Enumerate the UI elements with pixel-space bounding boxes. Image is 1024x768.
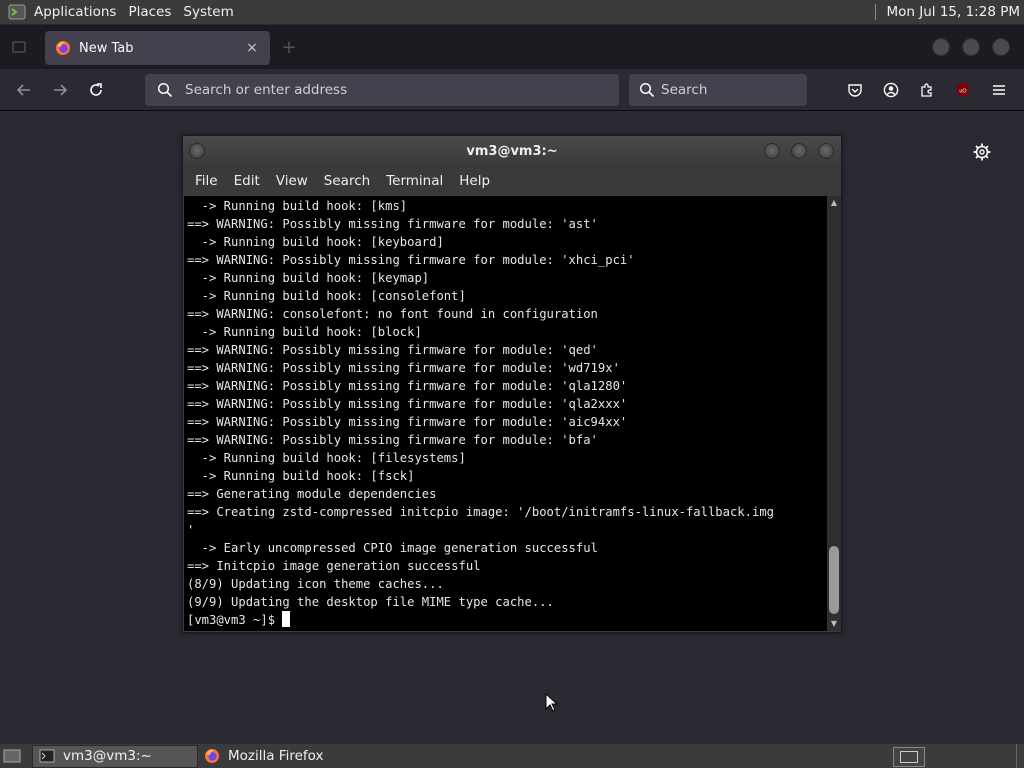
terminal-maximize-button[interactable] [791, 143, 807, 159]
mouse-pointer-icon [545, 693, 559, 712]
search-icon [639, 82, 655, 98]
minimize-button[interactable] [932, 38, 950, 56]
taskbar-item-firefox[interactable]: Mozilla Firefox [198, 745, 364, 768]
account-icon [883, 82, 899, 98]
tab-title: New Tab [79, 40, 134, 56]
show-desktop-icon [3, 749, 21, 763]
taskbar-label: vm3@vm3:~ [63, 748, 152, 764]
ublock-button[interactable]: uO [950, 77, 976, 103]
ublock-origin-icon: uO [957, 83, 969, 97]
window-menu-button[interactable] [189, 143, 205, 159]
bottom-panel: vm3@vm3:~ Mozilla Firefox [0, 743, 1024, 768]
reload-button[interactable] [78, 74, 114, 106]
terminal-output[interactable]: -> Running build hook: [kms] ==> WARNING… [184, 196, 827, 631]
menu-system[interactable]: System [177, 0, 239, 25]
scrollbar-thumb[interactable] [829, 546, 839, 614]
close-window-button[interactable] [992, 38, 1010, 56]
menu-terminal[interactable]: Terminal [378, 173, 451, 189]
account-button[interactable] [878, 77, 904, 103]
reload-icon [90, 82, 102, 96]
scroll-up-icon[interactable]: ▲ [827, 196, 841, 210]
terminal-titlebar[interactable]: vm3@vm3:~ [183, 136, 841, 166]
menu-file[interactable]: File [187, 173, 226, 189]
app-menu-button[interactable] [986, 77, 1012, 103]
workspace-window-thumb [900, 751, 918, 763]
menu-view[interactable]: View [268, 173, 316, 189]
applications-icon[interactable] [8, 3, 26, 21]
hamburger-menu-icon [993, 85, 1005, 95]
extensions-button[interactable] [914, 77, 940, 103]
address-placeholder: Search or enter address [185, 82, 348, 98]
terminal-minimize-button[interactable] [764, 143, 780, 159]
tab-list-icon [12, 41, 26, 53]
terminal-window[interactable]: vm3@vm3:~ File Edit View Search Terminal… [182, 135, 842, 633]
terminal-cursor [282, 611, 291, 627]
firefox-icon [205, 749, 219, 763]
menu-edit[interactable]: Edit [226, 173, 268, 189]
gear-icon[interactable] [972, 142, 992, 162]
tab-new-tab[interactable]: New Tab × [45, 31, 270, 65]
workspace-switcher[interactable] [893, 747, 925, 767]
search-field[interactable]: Search [629, 74, 807, 106]
terminal-close-button[interactable] [818, 143, 834, 159]
search-placeholder: Search [661, 82, 708, 98]
clock[interactable]: Mon Jul 15, 1:28 PM [874, 4, 1024, 20]
terminal-menubar: File Edit View Search Terminal Help [183, 166, 841, 196]
back-button[interactable] [6, 74, 42, 106]
list-all-tabs-button[interactable] [0, 25, 38, 69]
terminal-scrollbar[interactable]: ▲ ▼ [827, 196, 841, 631]
new-tab-button[interactable]: + [278, 37, 300, 59]
forward-arrow-icon [54, 83, 68, 96]
taskbar-item-terminal[interactable]: vm3@vm3:~ [32, 744, 198, 768]
terminal-text[interactable]: -> Running build hook: [kms] ==> WARNING… [187, 197, 827, 629]
menu-help[interactable]: Help [451, 173, 498, 189]
svg-text:uO: uO [959, 89, 967, 95]
scroll-down-icon[interactable]: ▼ [827, 617, 841, 631]
toolbar-icons: uO [842, 77, 1012, 103]
tab-close-icon[interactable]: × [244, 40, 260, 56]
navigation-toolbar: Search or enter address Search uO [0, 69, 1024, 111]
panel-edge [1016, 744, 1024, 768]
search-icon [157, 82, 173, 98]
pocket-button[interactable] [842, 77, 868, 103]
show-desktop-button[interactable] [0, 744, 24, 768]
panel-menu-bar: Applications Places System [0, 0, 240, 25]
taskbar-label: Mozilla Firefox [228, 748, 324, 764]
terminal-icon [39, 749, 55, 763]
firefox-icon [56, 41, 70, 55]
clock-text[interactable]: Mon Jul 15, 1:28 PM [887, 4, 1021, 20]
puzzle-icon [921, 83, 932, 97]
top-panel: Applications Places System Mon Jul 15, 1… [0, 0, 1024, 25]
menu-search[interactable]: Search [316, 173, 378, 189]
forward-button[interactable] [42, 74, 78, 106]
pocket-icon [848, 84, 862, 97]
maximize-button[interactable] [962, 38, 980, 56]
address-bar[interactable]: Search or enter address [145, 74, 619, 106]
browser-tab-bar: New Tab × + [0, 25, 1024, 69]
terminal-title: vm3@vm3:~ [466, 143, 558, 159]
panel-separator [874, 4, 877, 20]
menu-applications[interactable]: Applications [28, 0, 122, 25]
back-arrow-icon [16, 83, 30, 96]
browser-window-controls [932, 38, 1010, 56]
menu-places[interactable]: Places [122, 0, 177, 25]
